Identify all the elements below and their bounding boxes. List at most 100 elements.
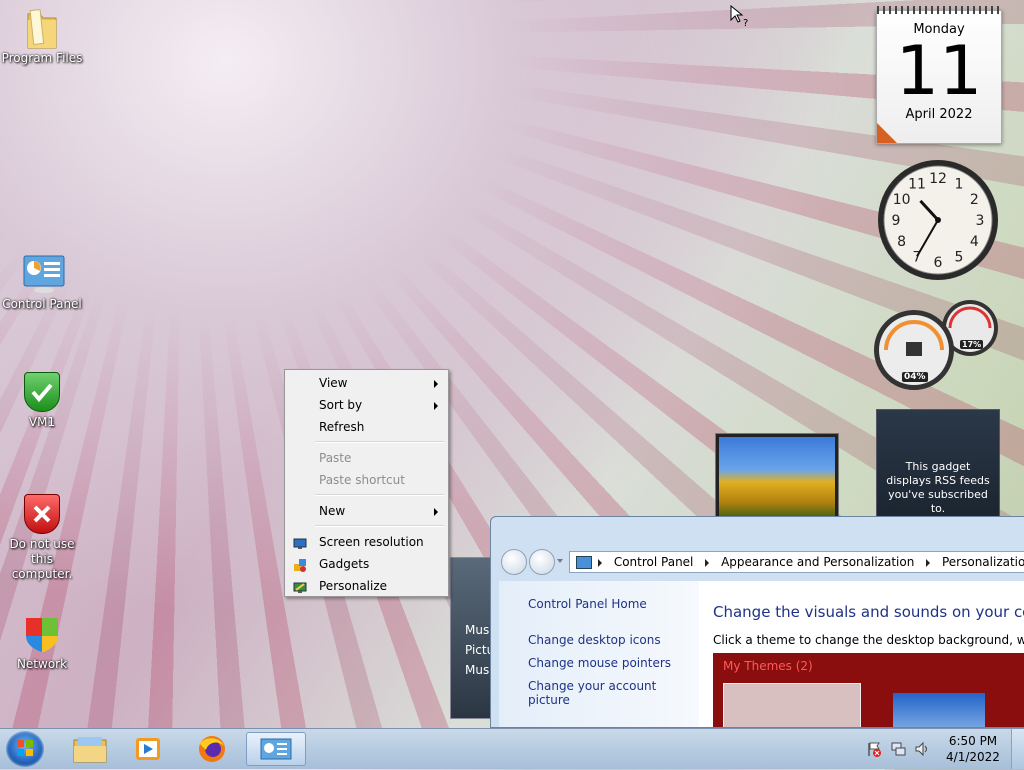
control-panel-icon	[260, 738, 292, 760]
change-mouse-pointers-link[interactable]: Change mouse pointers	[528, 656, 671, 670]
clock-numeral: 3	[976, 213, 985, 229]
calendar-corner	[877, 123, 897, 143]
menu-item-screen-resolution[interactable]: Screen resolution	[287, 531, 446, 553]
picture-gadget-line: Mus	[465, 623, 490, 637]
cpu-meter-gadget[interactable]: 04% 17%	[874, 298, 1000, 394]
menu-item-label: New	[319, 504, 346, 518]
action-center-flag-icon[interactable]	[866, 741, 882, 757]
main-content: Change the visuals and sounds on your co…	[699, 581, 1024, 727]
change-account-picture-link[interactable]: Change your account picture	[528, 679, 699, 707]
desktop-icon-control-panel[interactable]: Control Panel	[0, 254, 84, 312]
menu-item-paste[interactable]: Paste	[287, 447, 446, 469]
desktop-icon-vm1[interactable]: VM1	[0, 372, 84, 430]
volume-icon[interactable]	[914, 741, 930, 757]
picture-gadget[interactable]: Mus Pictu Mus	[450, 557, 494, 719]
theme-thumbnail[interactable]	[723, 683, 861, 727]
mouse-cursor-help-icon: ?	[730, 4, 752, 30]
breadcrumb-chevron-icon	[705, 558, 710, 567]
taskbar-control-panel-button[interactable]	[246, 732, 306, 766]
submenu-arrow-icon	[434, 508, 438, 516]
desktop-context-menu: View Sort by Refresh Paste Paste shortcu…	[284, 369, 449, 597]
menu-item-label: View	[319, 376, 348, 390]
clock-numeral: 5	[955, 249, 964, 265]
slideshow-gadget[interactable]	[715, 433, 839, 523]
breadcrumb-personalization[interactable]: Personalization	[942, 555, 1024, 569]
clock-numeral: 6	[934, 255, 943, 271]
network-status-icon[interactable]	[890, 741, 906, 757]
personalize-icon	[293, 579, 307, 593]
menu-separator	[315, 441, 444, 443]
menu-item-view[interactable]: View	[287, 372, 446, 394]
desktop-icon-do-not-use[interactable]: Do not use this computer.	[0, 494, 84, 582]
breadcrumb-appearance[interactable]: Appearance and Personalization	[721, 555, 914, 569]
picture-gadget-line: Pictu	[465, 643, 494, 657]
clock-numeral: 2	[970, 192, 979, 208]
firefox-icon	[199, 736, 225, 762]
picture-gadget-line: Mus	[465, 663, 490, 677]
desktop-icon-label: VM1	[28, 415, 56, 429]
menu-separator	[315, 494, 444, 496]
menu-item-new[interactable]: New	[287, 500, 446, 522]
desktop-icon-network[interactable]: Network	[0, 614, 84, 672]
clock-numeral: 1	[955, 177, 964, 193]
cpu-meter-label: 04%	[902, 372, 928, 382]
clock-numeral: 10	[893, 192, 911, 208]
menu-item-label: Refresh	[319, 420, 365, 434]
taskbar-explorer-button[interactable]	[60, 732, 120, 766]
task-pane: Control Panel Home Change desktop icons …	[499, 581, 699, 727]
my-themes-label: My Themes (2)	[723, 659, 813, 673]
personalization-window[interactable]: Control Panel Appearance and Personaliza…	[490, 516, 1024, 728]
start-button[interactable]	[6, 731, 44, 767]
control-panel-icon	[22, 254, 65, 294]
calendar-gadget[interactable]: Monday 11 April 2022	[876, 6, 1002, 144]
menu-item-paste-shortcut[interactable]: Paste shortcut	[287, 469, 446, 491]
desktop-icon-label: Program Files	[1, 51, 83, 65]
show-desktop-button[interactable]	[1011, 729, 1024, 769]
gadgets-icon	[293, 557, 307, 572]
control-panel-small-icon	[576, 556, 592, 569]
theme-thumbnail[interactable]	[893, 693, 985, 727]
change-desktop-icons-link[interactable]: Change desktop icons	[528, 633, 661, 647]
clock-gadget[interactable]: 12 1 2 3 4 5 6 7 8 9 10 11	[876, 158, 1000, 282]
folder-icon	[22, 8, 62, 49]
menu-item-gadgets[interactable]: Gadgets	[287, 553, 446, 575]
breadcrumb-control-panel[interactable]: Control Panel	[614, 555, 694, 569]
green-shield-icon	[22, 372, 62, 412]
menu-item-label: Paste	[319, 451, 352, 465]
taskbar-firefox-button[interactable]	[182, 732, 242, 766]
menu-item-label: Sort by	[319, 398, 363, 412]
address-bar[interactable]: Control Panel Appearance and Personaliza…	[569, 551, 1024, 573]
taskbar: 6:50 PM 4/1/2022	[0, 728, 1024, 769]
clock-date: 4/1/2022	[946, 750, 1000, 764]
menu-separator	[315, 525, 444, 527]
menu-item-sort-by[interactable]: Sort by	[287, 394, 446, 416]
desktop-icon-program-files[interactable]: Program Files	[0, 8, 84, 66]
clock-numeral: 8	[897, 234, 906, 250]
submenu-arrow-icon	[434, 402, 438, 410]
forward-button[interactable]	[529, 549, 555, 575]
rss-gadget[interactable]: This gadget displays RSS feeds you've su…	[876, 409, 1000, 519]
recent-pages-icon[interactable]	[557, 559, 563, 563]
themes-list: My Themes (2)	[713, 653, 1024, 727]
breadcrumb-chevron-icon	[598, 558, 602, 567]
menu-item-label: Screen resolution	[319, 535, 424, 549]
page-title: Change the visuals and sounds on your co…	[713, 603, 1024, 621]
monitor-icon	[293, 535, 307, 549]
clock-numeral: 4	[970, 234, 979, 250]
clock-numeral: 9	[892, 213, 901, 229]
submenu-arrow-icon	[434, 380, 438, 388]
calendar-rings	[877, 6, 1001, 14]
system-clock[interactable]: 6:50 PM 4/1/2022	[934, 733, 1012, 765]
menu-item-label: Paste shortcut	[319, 473, 405, 487]
rss-text: This gadget displays RSS feeds you've su…	[886, 460, 990, 515]
taskbar-media-player-button[interactable]	[118, 732, 178, 766]
windows-explorer-icon	[73, 737, 107, 763]
svg-text:?: ?	[743, 18, 748, 27]
back-button[interactable]	[501, 549, 527, 575]
control-panel-home-link[interactable]: Control Panel Home	[528, 597, 647, 611]
desktop-icon-label: Control Panel	[2, 297, 82, 311]
menu-item-refresh[interactable]: Refresh	[287, 416, 446, 438]
menu-item-label: Gadgets	[319, 557, 370, 571]
menu-item-personalize[interactable]: Personalize	[287, 575, 446, 597]
red-shield-icon	[22, 494, 62, 534]
